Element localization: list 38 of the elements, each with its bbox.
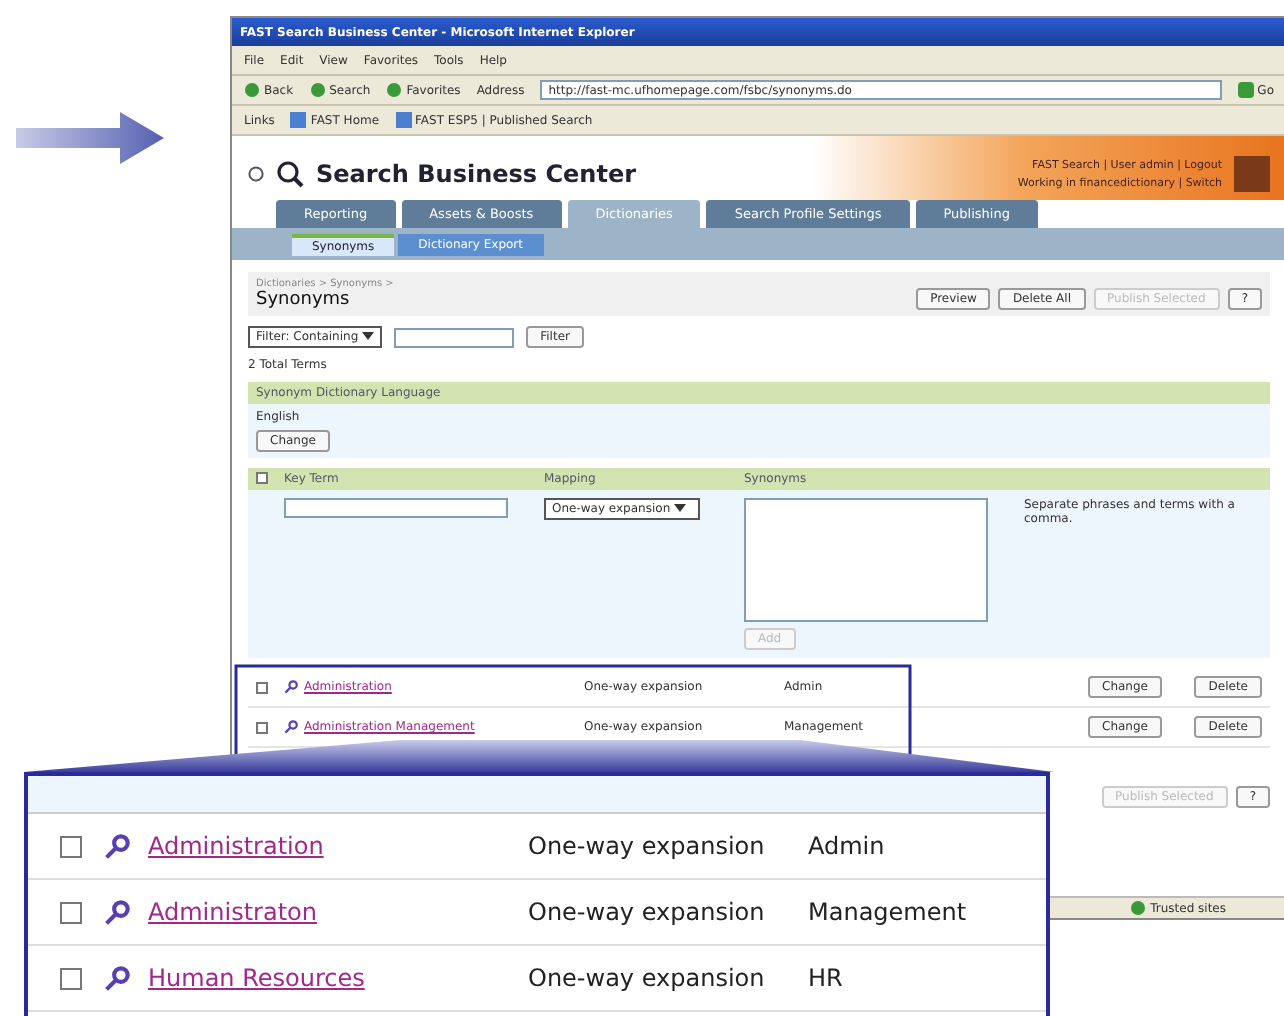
mapping-cell-text: One-way expansion (528, 964, 767, 992)
checkbox[interactable] (256, 721, 268, 733)
app-logo-text: Search Business Center (316, 160, 639, 188)
synonyms-cell-text: Admin (808, 832, 887, 860)
key-icon (104, 833, 130, 859)
key-icon (104, 899, 130, 925)
page-title: Synonyms (256, 290, 352, 310)
caret-icon (674, 502, 687, 515)
photo-placeholder (1234, 156, 1270, 192)
check-circle-icon (1130, 900, 1147, 916)
mapping-cell-text: One-way expansion (528, 832, 767, 860)
synonyms-cell-text: Management (808, 898, 969, 926)
circle-icon (309, 82, 326, 98)
key-icon (104, 965, 130, 991)
circle-icon (386, 82, 403, 98)
checkbox[interactable] (60, 835, 82, 857)
key-icon (284, 720, 298, 734)
clock-icon (248, 166, 264, 182)
term-link[interactable]: Human Resources (148, 964, 528, 992)
filter-input[interactable] (394, 327, 515, 347)
checkbox[interactable] (60, 967, 82, 989)
page-icon (290, 112, 307, 128)
checkbox[interactable] (256, 681, 268, 693)
term-link[interactable]: Administraton (148, 898, 528, 926)
mapping-cell-text: One-way expansion (528, 898, 767, 926)
checkbox[interactable] (256, 472, 268, 484)
page-icon (395, 112, 412, 128)
arrow-icon (16, 112, 164, 164)
go-icon (1237, 82, 1254, 98)
search-icon (276, 160, 304, 188)
synonyms-textarea[interactable] (744, 498, 988, 622)
synonyms-cell-text: HR (808, 964, 845, 992)
checkbox[interactable] (60, 901, 82, 923)
term-link[interactable]: Administration (148, 832, 528, 860)
key-term-input[interactable] (284, 498, 508, 518)
circle-icon (244, 82, 260, 98)
caret-icon (362, 330, 375, 343)
key-icon (284, 680, 298, 694)
